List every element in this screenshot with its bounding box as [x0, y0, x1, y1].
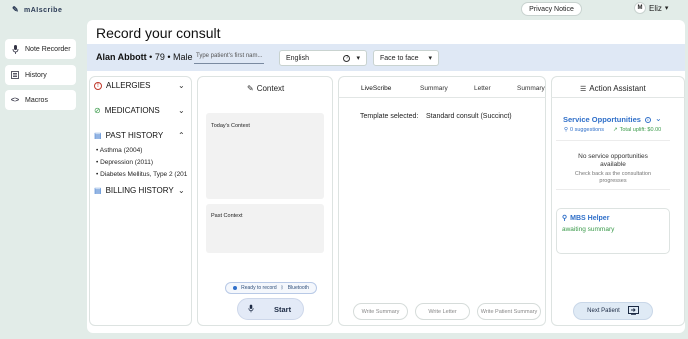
next-patient-icon [627, 305, 639, 317]
document-icon: ▤ [94, 131, 102, 140]
action-assistant-panel [551, 76, 685, 326]
mic-icon [11, 44, 19, 54]
tab-patient-summary[interactable]: Summary [517, 85, 545, 92]
sidebar-item-macros[interactable]: <> Macros [5, 90, 76, 110]
patient-first-name-input[interactable]: Type patient's first nam... [194, 50, 264, 64]
empty-title: No service opportunities available [578, 153, 648, 168]
privacy-notice-button[interactable]: Privacy Notice [521, 2, 582, 16]
allergies-label: ALLERGIES [106, 81, 151, 90]
avatar: M [634, 2, 646, 14]
bluetooth-icon: ᛒ [280, 285, 284, 291]
chevron-up-icon: ⌃ [178, 131, 185, 140]
patient-details: • 79 • Male [149, 52, 193, 62]
alert-icon: ! [94, 81, 102, 90]
patient-name-text: Alan Abbott [96, 52, 147, 62]
billing-document-icon: ▤ [94, 186, 102, 195]
consult-mode-value: Face to face [380, 54, 419, 62]
tab-letter[interactable]: Letter [474, 85, 491, 92]
total-uplift: ↗ Total uplift: $0.00 [613, 127, 661, 133]
assistant-title: Action Assistant [589, 84, 646, 93]
mbs-helper-header: ⚲ MBS Helper [562, 214, 610, 223]
past-history-list: • Asthma (2004) • Depression (2011) • Di… [96, 145, 191, 181]
todays-context-label: Today's Context [211, 123, 250, 129]
start-button[interactable]: Start [237, 298, 304, 320]
allergies-section-header[interactable]: ! ALLERGIES ⌄ [94, 81, 192, 90]
page-title: Record your consult [96, 25, 221, 41]
code-icon: <> [10, 96, 20, 104]
chevron-down-icon: ▾ [664, 5, 669, 12]
service-opportunities-header[interactable]: Service Opportunities i [563, 115, 651, 124]
list-icon [11, 71, 19, 79]
list-item: • Asthma (2004) [96, 147, 143, 154]
app-logo: ✎ mAIscribe [12, 6, 62, 14]
next-patient-label: Next Patient [587, 308, 620, 314]
status-dot-icon [233, 286, 238, 290]
past-history-label: PAST HISTORY [105, 131, 164, 140]
write-summary-button[interactable]: Write Summary [353, 303, 408, 320]
recording-status: Ready to record ᛒ Bluetooth [225, 282, 317, 294]
past-context-box[interactable] [206, 204, 324, 253]
template-label: Template selected: [360, 113, 419, 120]
context-header: ✎ Context [247, 84, 284, 93]
help-icon[interactable]: ? [343, 54, 351, 62]
pencil-icon: ✎ [247, 84, 254, 93]
trend-up-icon: ↗ [613, 127, 618, 133]
list-check-icon: ☰ [580, 85, 587, 93]
context-title: Context [256, 84, 285, 93]
user-menu[interactable]: M Eliz ▾ [634, 2, 668, 14]
chevron-down-icon: ⌄ [178, 81, 185, 90]
language-select[interactable]: English ? ▾ [279, 50, 367, 66]
sidebar-item-label: Macros [25, 96, 48, 104]
suggestions-text: 0 suggestions [570, 127, 604, 133]
start-label: Start [274, 304, 292, 314]
chevron-down-icon: ▾ [428, 55, 432, 62]
sidebar-item-history[interactable]: History [5, 65, 76, 85]
patient-name: Alan Abbott • 79 • Male [96, 52, 193, 62]
language-value: English [286, 54, 309, 62]
list-item: • Depression (2011) [96, 159, 154, 166]
mbs-status: awaiting summary [562, 226, 615, 233]
assistant-divider [551, 97, 685, 98]
template-value[interactable]: Standard consult (Succinct) [426, 113, 512, 120]
status-ready-text: Ready to record [241, 285, 277, 291]
sidebar-item-label: Note Recorder [25, 45, 71, 53]
search-icon: ⚲ [562, 215, 568, 222]
suggestions-count: ⚲ 0 suggestions [564, 127, 604, 133]
tab-divider [338, 97, 546, 98]
tab-summary[interactable]: Summary [420, 85, 448, 92]
list-item: • Diabetes Mellitus, Type 2 (201 [96, 171, 188, 178]
chevron-down-icon: ▾ [356, 55, 360, 62]
medications-section-header[interactable]: ⊘ MEDICATIONS ⌄ [94, 106, 192, 115]
write-patient-summary-button[interactable]: Write Patient Summary [477, 303, 541, 320]
write-letter-button[interactable]: Write Letter [415, 303, 470, 320]
tab-livescribe[interactable]: LiveScribe [361, 85, 391, 92]
logo-icon: ✎ [12, 5, 20, 14]
next-patient-button[interactable]: Next Patient [573, 302, 653, 320]
billing-history-section-header[interactable]: ▤ BILLING HISTORY ⌄ [94, 186, 192, 195]
sidebar-item-label: History [25, 71, 47, 79]
lightbulb-icon: ⚲ [564, 127, 569, 133]
consult-mode-select[interactable]: Face to face ▾ [373, 50, 439, 66]
chevron-down-icon: ⌄ [178, 106, 185, 115]
status-bluetooth-text: Bluetooth [287, 285, 309, 291]
medications-label: MEDICATIONS [104, 106, 160, 115]
empty-subtitle: Check back as the consultation progresse… [574, 171, 652, 184]
billing-history-label: BILLING HISTORY [105, 186, 174, 195]
past-context-label: Past Context [211, 213, 243, 219]
user-name: Eliz [649, 3, 662, 13]
chevron-down-icon[interactable]: ⌄ [655, 114, 662, 123]
info-icon: i [644, 116, 651, 123]
mic-icon [248, 304, 254, 315]
mbs-title: MBS Helper [570, 214, 610, 222]
service-title: Service Opportunities [563, 115, 641, 124]
logo-text: mAIscribe [24, 6, 63, 14]
chevron-down-icon: ⌄ [178, 186, 185, 195]
sidebar-item-note-recorder[interactable]: Note Recorder [5, 39, 76, 59]
pill-icon: ⊘ [94, 106, 101, 115]
uplift-text: Total uplift: $0.00 [619, 127, 662, 133]
assistant-header: ☰ Action Assistant [580, 84, 646, 93]
past-history-section-header[interactable]: ▤ PAST HISTORY ⌃ [94, 131, 192, 140]
